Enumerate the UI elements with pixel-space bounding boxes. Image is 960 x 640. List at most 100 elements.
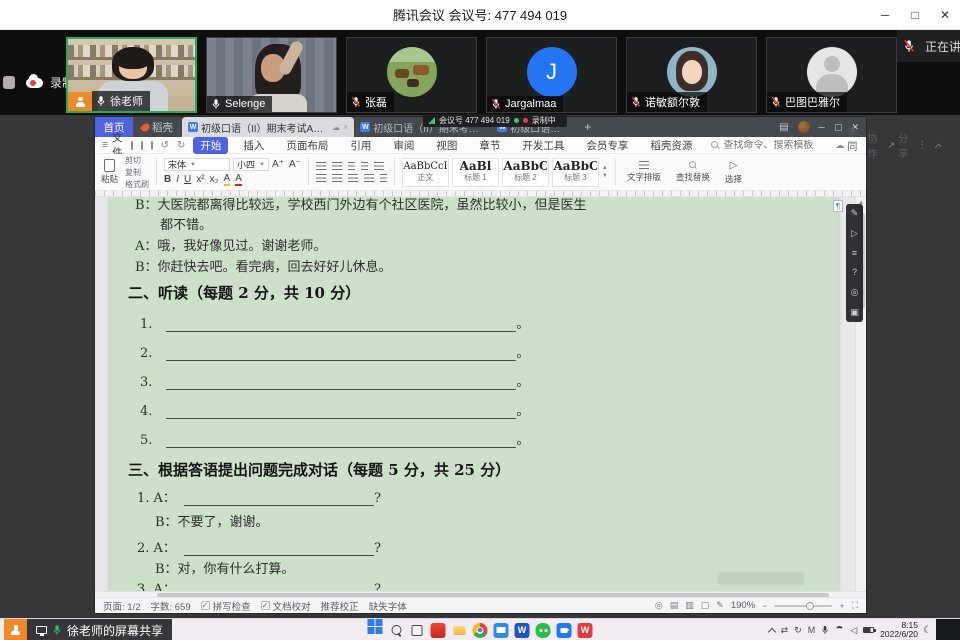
- share-button[interactable]: ↗分享: [888, 130, 909, 160]
- underline-button[interactable]: U: [184, 174, 191, 185]
- subscript-button[interactable]: x₂: [210, 174, 219, 185]
- zoom-in-button[interactable]: +: [839, 601, 844, 611]
- focus-assist-icon[interactable]: ☾: [923, 619, 932, 640]
- scroll-view-icon[interactable]: ▥: [685, 600, 694, 611]
- ime-icon[interactable]: M: [808, 625, 816, 635]
- message-icon[interactable]: ▤: [779, 122, 788, 133]
- hscroll-thumb[interactable]: [157, 593, 829, 597]
- menu-tab-layout[interactable]: 页面布局: [279, 137, 335, 154]
- suggest-correct[interactable]: 推荐校正: [321, 599, 359, 613]
- bullet-list-icon[interactable]: [316, 162, 326, 170]
- taskbar-search-icon[interactable]: [389, 623, 404, 638]
- pen-mode-icon[interactable]: ✎: [716, 600, 724, 611]
- menu-tab-section[interactable]: 章节: [472, 137, 507, 154]
- help-tool-icon[interactable]: ?: [852, 268, 857, 277]
- wps-taskbar-icon[interactable]: W: [578, 623, 593, 638]
- proofing-toggle[interactable]: ✓文档校对: [261, 599, 311, 613]
- missing-font[interactable]: 缺失字体: [369, 599, 407, 613]
- video-tile-zhanglei[interactable]: 张磊: [346, 37, 477, 113]
- redo-icon[interactable]: ↻: [177, 140, 185, 151]
- paste-button[interactable]: 粘贴: [101, 156, 118, 188]
- style-normal[interactable]: AaBbCcDd正文: [402, 158, 449, 187]
- menu-tab-home[interactable]: 开始: [193, 137, 228, 154]
- clock[interactable]: 8:15 2022/6/20: [880, 621, 918, 640]
- menu-tab-review[interactable]: 审阅: [386, 137, 421, 154]
- print-icon[interactable]: [141, 141, 143, 150]
- screen-share-bar[interactable]: 徐老师的屏幕共享: [4, 619, 172, 640]
- fit-page-icon[interactable]: ⛶: [852, 600, 858, 611]
- close-button[interactable]: ✕: [930, 0, 960, 30]
- style-heading3[interactable]: AaBbC标题 3: [552, 158, 599, 187]
- settings-tool-icon[interactable]: ≡: [852, 249, 857, 258]
- menu-tab-member[interactable]: 会员专享: [579, 137, 635, 154]
- wifi-icon[interactable]: [835, 626, 844, 635]
- collab-button[interactable]: 协作: [868, 130, 879, 160]
- book-view-icon[interactable]: ▢: [701, 600, 710, 611]
- horizontal-scrollbar[interactable]: [95, 591, 866, 597]
- undo-icon[interactable]: ↺: [161, 140, 169, 151]
- format-painter-button[interactable]: 格式刷: [125, 179, 149, 190]
- cut-button[interactable]: 剪切: [125, 155, 149, 166]
- document-page[interactable]: B：大医院都离得比较远，学校西门外边有个社区医院，虽然比较小，但是医生 都不错。…: [110, 197, 838, 591]
- copy-button[interactable]: 复制: [125, 167, 149, 178]
- minimize-button[interactable]: ─: [870, 0, 900, 30]
- word-count[interactable]: 字数: 659: [151, 599, 191, 613]
- wps-docer-tab[interactable]: 稻壳: [133, 120, 182, 135]
- font-shrink-button[interactable]: A⁻: [289, 159, 301, 170]
- laser-tool-icon[interactable]: ◎: [851, 288, 859, 297]
- pointer-tool-icon[interactable]: ▷: [851, 229, 858, 238]
- style-gallery-arrows[interactable]: ▲▼: [602, 165, 608, 179]
- outdent-icon[interactable]: [348, 162, 355, 170]
- tray-mic-icon[interactable]: [821, 625, 829, 635]
- italic-button[interactable]: I: [176, 174, 179, 185]
- font-name-select[interactable]: 宋体▼: [164, 158, 230, 171]
- align-center-icon[interactable]: [332, 174, 342, 182]
- snapshot-tool-icon[interactable]: ▣: [850, 308, 859, 317]
- page-view-icon[interactable]: ▤: [670, 600, 679, 611]
- eye-protect-icon[interactable]: ◎: [655, 600, 663, 611]
- doc-tab-a[interactable]: W 初级口语（II）期末考试A卷.doc ☁ ×: [182, 117, 354, 137]
- select-button[interactable]: ▷选择: [721, 156, 746, 188]
- font-size-select[interactable]: 小四▼: [233, 158, 269, 171]
- video-tile-xulaoshi[interactable]: 徐老师: [66, 37, 197, 113]
- style-heading1[interactable]: AaBl标题 1: [452, 158, 499, 187]
- bold-button[interactable]: B: [164, 174, 171, 185]
- video-tile-batu[interactable]: 巴图巴雅尔: [766, 37, 897, 113]
- chrome-icon[interactable]: [473, 623, 488, 638]
- number-list-icon[interactable]: [332, 162, 342, 170]
- menu-tab-insert[interactable]: 插入: [236, 137, 271, 154]
- tray-expand-icon[interactable]: [767, 627, 775, 635]
- font-grow-button[interactable]: A⁺: [272, 159, 284, 170]
- superscript-button[interactable]: x²: [196, 174, 204, 185]
- battery-icon[interactable]: [863, 627, 874, 633]
- menu-tab-ref[interactable]: 引用: [343, 137, 378, 154]
- align-left-icon[interactable]: [316, 174, 326, 182]
- maximize-button[interactable]: □: [900, 0, 930, 30]
- input-switch-icon[interactable]: ⇄: [781, 625, 789, 636]
- command-search[interactable]: [711, 140, 827, 151]
- new-tab-button[interactable]: +: [574, 120, 601, 134]
- menu-tab-docer-res[interactable]: 稻壳资源: [643, 137, 699, 154]
- volume-icon[interactable]: ◁: [850, 625, 857, 636]
- menu-tab-view[interactable]: 视图: [429, 137, 464, 154]
- pen-tool-icon[interactable]: ✎: [851, 209, 859, 218]
- align-right-icon[interactable]: [348, 174, 358, 182]
- sort-icon[interactable]: [374, 162, 384, 170]
- justify-icon[interactable]: [364, 174, 374, 182]
- video-tile-jargalmaa[interactable]: J Jargalmaa: [486, 37, 617, 113]
- indent-icon[interactable]: [361, 162, 368, 170]
- search-input[interactable]: [723, 140, 827, 151]
- video-tile-nuomin[interactable]: 诺敏额尔敦: [626, 37, 757, 113]
- wechat-icon[interactable]: [536, 623, 551, 638]
- spellcheck-toggle[interactable]: ✓拼写检查: [201, 599, 251, 613]
- zoom-slider[interactable]: [774, 605, 832, 607]
- preview-icon[interactable]: [151, 141, 153, 150]
- notification-corner[interactable]: [936, 619, 960, 640]
- menu-tab-dev[interactable]: 开发工具: [515, 137, 571, 154]
- zoom-level[interactable]: 190%: [731, 600, 755, 611]
- file-explorer-icon[interactable]: [452, 623, 467, 638]
- highlight-button[interactable]: A: [224, 173, 231, 186]
- mail-icon[interactable]: [494, 623, 509, 638]
- style-heading2[interactable]: AaBbC标题 2: [502, 158, 549, 187]
- update-icon[interactable]: ↻: [794, 625, 802, 636]
